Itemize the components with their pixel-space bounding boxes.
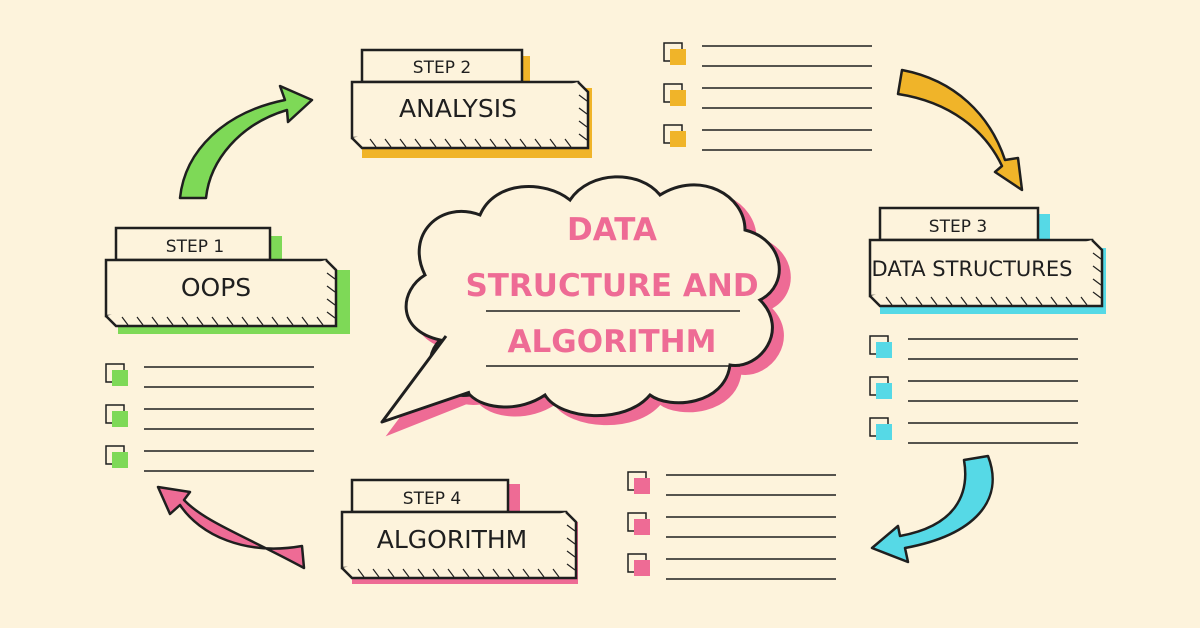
checkbox-icon <box>869 376 892 399</box>
title-line-1: DATA <box>567 212 657 248</box>
checkbox-icon <box>105 404 128 427</box>
step-1-name: OOPS <box>181 273 251 302</box>
checkbox-icon <box>627 553 650 576</box>
step-4-tag: STEP 4 <box>403 489 461 509</box>
checklist-yellow <box>663 42 872 151</box>
step-4-name: ALGORITHM <box>377 525 527 554</box>
checkbox-icon <box>663 42 686 65</box>
yellow-curved-arrow <box>896 68 1024 192</box>
checklist-pink <box>627 471 836 580</box>
checkbox-icon <box>663 124 686 147</box>
green-curved-arrow <box>178 84 314 200</box>
title-line-2: STRUCTURE AND <box>465 268 758 304</box>
checklist-cyan <box>869 335 1078 444</box>
step-1-tag: STEP 1 <box>166 237 224 257</box>
checkbox-icon <box>869 417 892 440</box>
checkbox-icon <box>105 363 128 386</box>
title-line-3: ALGORITHM <box>508 324 717 360</box>
step-3-name: DATA STRUCTURES <box>872 257 1073 281</box>
step-2-name: ANALYSIS <box>399 94 517 123</box>
checkbox-icon <box>627 471 650 494</box>
checkbox-icon <box>627 512 650 535</box>
checklist-green <box>105 363 314 472</box>
step-3-tag: STEP 3 <box>929 217 987 237</box>
checkbox-icon <box>869 335 892 358</box>
checkbox-icon <box>663 83 686 106</box>
pink-curved-arrow <box>156 485 306 570</box>
dsa-roadmap-diagram: DATA STRUCTURE AND ALGORITHM STEP 2 ANAL… <box>0 0 1200 628</box>
checkbox-icon <box>105 445 128 468</box>
cyan-curved-arrow <box>870 454 994 564</box>
step-2-tag: STEP 2 <box>413 58 471 78</box>
